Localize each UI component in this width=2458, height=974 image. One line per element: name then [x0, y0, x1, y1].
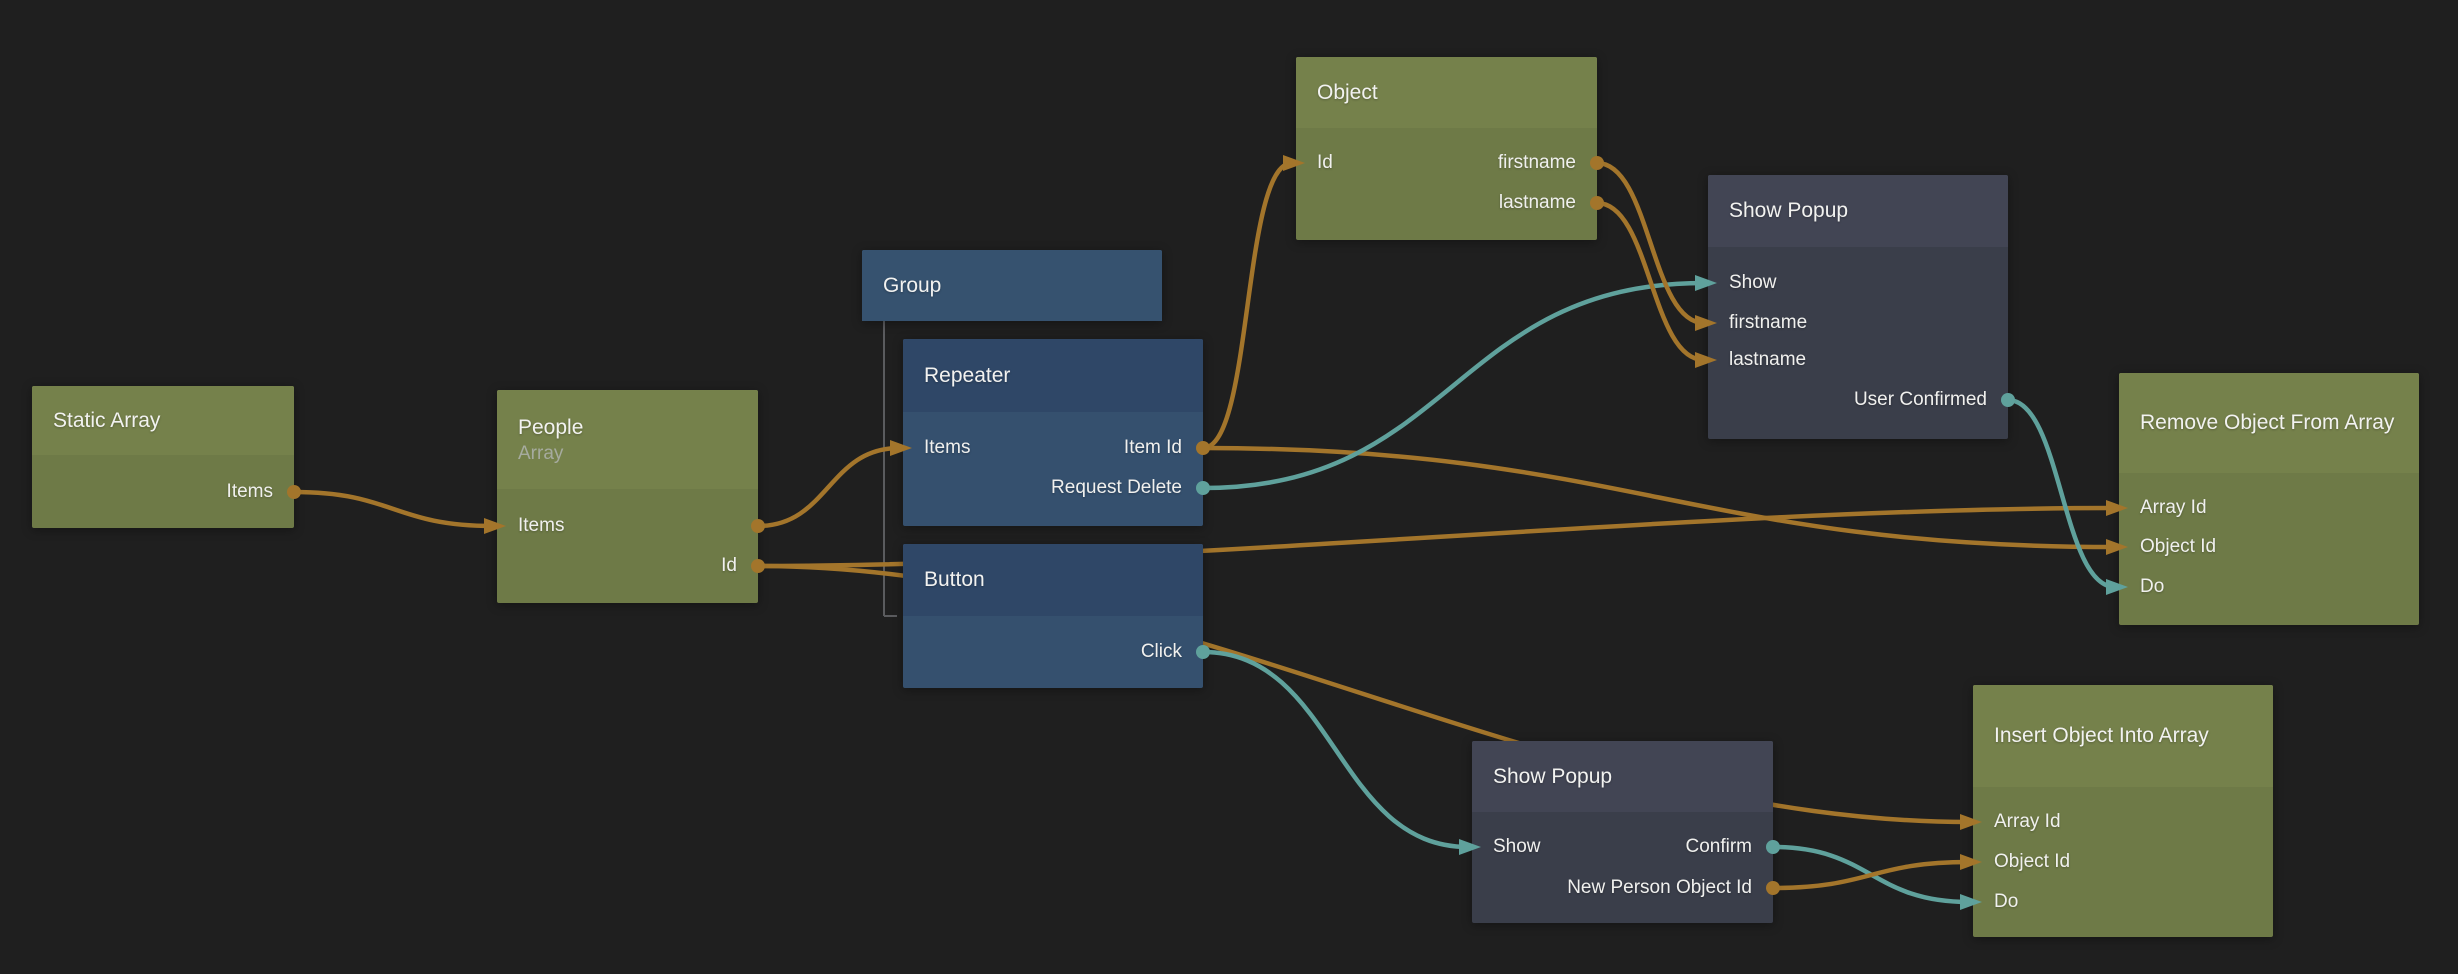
- node-remove-object[interactable]: Remove Object From Array Array Id Object I…: [2119, 373, 2419, 625]
- node-title: Insert Object Into Array: [1994, 722, 2252, 750]
- input-port-label[interactable]: Items: [518, 514, 564, 538]
- node-subtitle: Array: [518, 442, 737, 465]
- wire-object-to-show-popup-top[interactable]: [1597, 163, 1704, 323]
- port-row: Items Item Id: [903, 436, 1203, 460]
- port-row: Id: [497, 554, 758, 578]
- output-port-label[interactable]: Item Id: [1124, 436, 1182, 460]
- node-title: Group: [883, 272, 1141, 300]
- port-row: Array Id: [1973, 810, 2273, 834]
- port-row: New Person Object Id: [1472, 876, 1773, 900]
- node-editor-canvas[interactable]: Static Array Items PeopleArray Items Id Group…: [0, 0, 2458, 974]
- node-header[interactable]: Show Popup: [1472, 741, 1773, 812]
- node-group[interactable]: Group: [862, 250, 1162, 321]
- wire-people-to-repeater[interactable]: [758, 448, 899, 526]
- node-header[interactable]: Remove Object From Array: [2119, 373, 2419, 473]
- port-row: Id firstname: [1296, 151, 1597, 175]
- node-header[interactable]: Group: [862, 250, 1162, 321]
- node-header[interactable]: Button: [903, 544, 1203, 616]
- output-port-label[interactable]: New Person Object Id: [1567, 876, 1752, 900]
- node-title: People: [518, 414, 737, 442]
- node-title: Repeater: [924, 362, 1182, 390]
- port-row: Click: [903, 640, 1203, 664]
- node-title: Object: [1317, 79, 1576, 107]
- output-port-label[interactable]: Id: [721, 554, 737, 578]
- wire-static-array-to-people[interactable]: [294, 492, 493, 526]
- output-port-label[interactable]: Items: [227, 480, 273, 504]
- wire-repeater-to-show-popup-top[interactable]: [1203, 283, 1704, 488]
- input-port-label[interactable]: Do: [2140, 575, 2164, 599]
- port-row: firstname: [1708, 311, 2008, 335]
- node-header[interactable]: Insert Object Into Array: [1973, 685, 2273, 787]
- input-port-label[interactable]: firstname: [1729, 311, 1807, 335]
- port-row: User Confirmed: [1708, 388, 2008, 412]
- input-port-label[interactable]: Do: [1994, 890, 2018, 914]
- port-row: Do: [1973, 890, 2273, 914]
- output-port-label[interactable]: Request Delete: [1051, 476, 1182, 500]
- port-row: lastname: [1708, 348, 2008, 372]
- node-people[interactable]: PeopleArray Items Id: [497, 390, 758, 603]
- output-port-label[interactable]: User Confirmed: [1854, 388, 1987, 412]
- node-header[interactable]: Show Popup: [1708, 175, 2008, 247]
- node-repeater[interactable]: Repeater Items Item Id Request Delete: [903, 339, 1203, 526]
- wire-repeater-to-object[interactable]: [1203, 163, 1292, 448]
- port-row: Show Confirm: [1472, 835, 1773, 859]
- output-port-label[interactable]: lastname: [1499, 191, 1576, 215]
- input-port-label[interactable]: Object Id: [1994, 850, 2070, 874]
- node-static-array[interactable]: Static Array Items: [32, 386, 294, 528]
- input-port-label[interactable]: lastname: [1729, 348, 1806, 372]
- node-title: Show Popup: [1493, 763, 1752, 791]
- node-object[interactable]: Object Id firstname lastname: [1296, 57, 1597, 240]
- node-header[interactable]: Static Array: [32, 386, 294, 455]
- node-button[interactable]: Button Click: [903, 544, 1203, 688]
- node-title: Button: [924, 566, 1182, 594]
- input-port-label[interactable]: Show: [1493, 835, 1541, 859]
- node-show-popup-top[interactable]: Show Popup Show firstname lastname User Conf…: [1708, 175, 2008, 439]
- wire-show-popup-bottom-to-insert-object[interactable]: [1773, 862, 1969, 888]
- port-row: Request Delete: [903, 476, 1203, 500]
- input-port-label[interactable]: Id: [1317, 151, 1333, 175]
- port-row: Object Id: [1973, 850, 2273, 874]
- node-insert-object[interactable]: Insert Object Into Array Array Id Object I…: [1973, 685, 2273, 937]
- port-row: Array Id: [2119, 496, 2419, 520]
- port-row: Items: [497, 514, 758, 538]
- port-row: Do: [2119, 575, 2419, 599]
- node-title: Static Array: [53, 407, 273, 435]
- node-header[interactable]: Repeater: [903, 339, 1203, 412]
- output-port-label[interactable]: Click: [1141, 640, 1182, 664]
- node-show-popup-bottom[interactable]: Show Popup Show Confirm New Person Object I…: [1472, 741, 1773, 923]
- node-header[interactable]: Object: [1296, 57, 1597, 128]
- node-header[interactable]: PeopleArray: [497, 390, 758, 489]
- input-port-label[interactable]: Object Id: [2140, 535, 2216, 559]
- wire-show-popup-top-to-remove-object[interactable]: [2008, 400, 2115, 587]
- port-row: Show: [1708, 271, 2008, 295]
- port-row: Items: [32, 480, 294, 504]
- input-port-label[interactable]: Show: [1729, 271, 1777, 295]
- input-port-label[interactable]: Array Id: [1994, 810, 2061, 834]
- port-row: lastname: [1296, 191, 1597, 215]
- output-port-label[interactable]: firstname: [1498, 151, 1576, 175]
- wire-button-to-show-popup-bottom[interactable]: [1203, 652, 1468, 847]
- node-title: Remove Object From Array: [2140, 409, 2398, 437]
- port-row: Object Id: [2119, 535, 2419, 559]
- input-port-label[interactable]: Items: [924, 436, 970, 460]
- input-port-label[interactable]: Array Id: [2140, 496, 2207, 520]
- node-title: Show Popup: [1729, 197, 1987, 225]
- output-port-label[interactable]: Confirm: [1685, 835, 1752, 859]
